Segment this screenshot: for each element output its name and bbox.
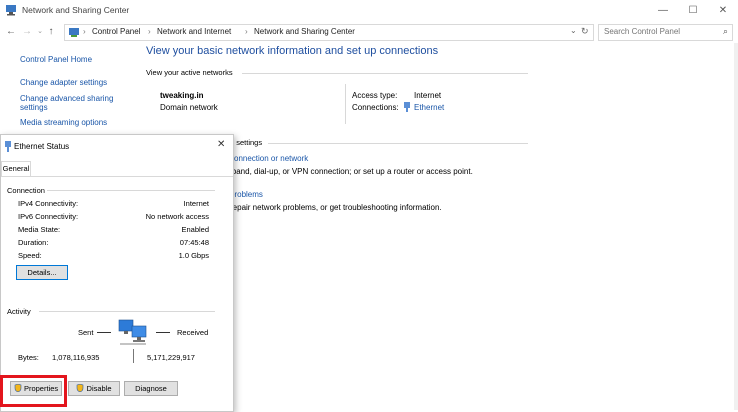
divider [47, 190, 215, 191]
forward-arrow-icon[interactable]: → [20, 25, 34, 39]
bytes-received-value: 5,171,229,917 [147, 353, 195, 362]
ethernet-status-dialog: Ethernet Status ✕ General Connection IPv… [0, 134, 234, 412]
maximize-button[interactable]: ☐ [678, 0, 708, 21]
details-button[interactable]: Details... [16, 265, 68, 280]
sidebar-item-media-streaming[interactable]: Media streaming options [20, 118, 107, 127]
divider [242, 73, 528, 74]
divider [156, 332, 170, 333]
divider [97, 332, 111, 333]
bytes-label: Bytes: [18, 353, 39, 362]
access-type-value: Internet [414, 91, 442, 100]
media-state-value: Enabled [181, 225, 209, 234]
breadcrumb-network-internet[interactable]: Network and Internet [157, 27, 231, 36]
back-arrow-icon[interactable]: ← [4, 25, 18, 39]
network-center-icon [5, 4, 17, 18]
duration-value: 07:45:48 [179, 238, 209, 247]
search-box[interactable]: ⌕ [598, 24, 733, 41]
ethernet-icon [4, 141, 12, 154]
scrollbar[interactable] [734, 43, 738, 410]
search-icon[interactable]: ⌕ [723, 26, 728, 37]
speed-value: 1.0 Gbps [178, 251, 209, 260]
ipv4-label: IPv4 Connectivity: [18, 199, 79, 208]
dialog-title: Ethernet Status [14, 142, 70, 151]
troubleshoot-link[interactable]: problems [230, 190, 263, 199]
tab-general[interactable]: General [1, 161, 31, 176]
setup-connection-link[interactable]: connection or network [230, 154, 308, 163]
dialog-title-bar: Ethernet Status ✕ [1, 135, 233, 157]
change-settings-label: g settings [230, 138, 263, 147]
network-name: tweaking.in [160, 91, 204, 100]
sidebar-item-control-panel-home[interactable]: Control Panel Home [20, 55, 92, 64]
network-activity-icon [116, 318, 150, 350]
ipv4-value: Internet [183, 199, 209, 208]
ipv6-value: No network access [145, 212, 209, 221]
divider [133, 349, 134, 363]
highlight-box [0, 375, 67, 407]
connection-group-label: Connection [7, 186, 45, 195]
duration-label: Duration: [18, 238, 49, 247]
refresh-icon[interactable]: ↻ [581, 26, 589, 37]
bytes-sent-value: 1,078,116,935 [52, 353, 100, 362]
network-type: Domain network [160, 103, 218, 112]
address-bar: ← → ⌄ ↑ › Control Panel › Network and In… [0, 21, 738, 43]
ethernet-icon [403, 102, 411, 114]
sidebar-item-advanced-sharing[interactable]: Change advanced sharing [20, 94, 113, 103]
diagnose-button[interactable]: Diagnose [124, 381, 178, 396]
active-networks-label: View your active networks [146, 68, 233, 77]
window-title: Network and Sharing Center [22, 5, 130, 15]
breadcrumb[interactable]: › Control Panel › Network and Internet ›… [64, 24, 594, 41]
received-label: Received [177, 328, 209, 337]
disable-button[interactable]: Disable [68, 381, 120, 396]
shield-icon [76, 383, 86, 393]
breadcrumb-separator: › [245, 27, 248, 36]
setup-connection-desc: lband, dial-up, or VPN connection; or se… [230, 167, 473, 176]
divider [268, 143, 528, 144]
breadcrumb-separator: › [83, 27, 86, 36]
search-input[interactable] [599, 25, 714, 38]
minimize-button[interactable]: — [648, 0, 678, 21]
page-title: View your basic network information and … [146, 45, 439, 57]
divider [345, 84, 346, 124]
sidebar-item-advanced-sharing-cont[interactable]: settings [20, 103, 48, 112]
ipv6-label: IPv6 Connectivity: [18, 212, 79, 221]
speed-label: Speed: [18, 251, 42, 260]
troubleshoot-desc: repair network problems, or get troubles… [230, 203, 442, 212]
breadcrumb-network-center[interactable]: Network and Sharing Center [254, 27, 355, 36]
connections-label: Connections: [352, 103, 399, 112]
dialog-tab-strip: General [1, 160, 233, 177]
close-button[interactable]: ✕ [708, 0, 738, 21]
breadcrumb-control-panel[interactable]: Control Panel [92, 27, 140, 36]
dialog-close-button[interactable]: ✕ [217, 139, 225, 150]
ethernet-link[interactable]: Ethernet [414, 103, 444, 112]
chevron-down-icon[interactable]: ⌄ [570, 26, 577, 35]
control-panel-icon [68, 26, 80, 40]
title-bar: Network and Sharing Center — ☐ ✕ [0, 0, 738, 21]
access-type-label: Access type: [352, 91, 398, 100]
divider [39, 311, 215, 312]
activity-group-label: Activity [7, 307, 31, 316]
up-arrow-icon[interactable]: ↑ [44, 25, 58, 39]
sent-label: Sent [78, 328, 94, 337]
breadcrumb-separator: › [148, 27, 151, 36]
disable-button-label: Disable [86, 384, 112, 393]
media-state-label: Media State: [18, 225, 61, 234]
sidebar-item-change-adapter[interactable]: Change adapter settings [20, 78, 107, 87]
